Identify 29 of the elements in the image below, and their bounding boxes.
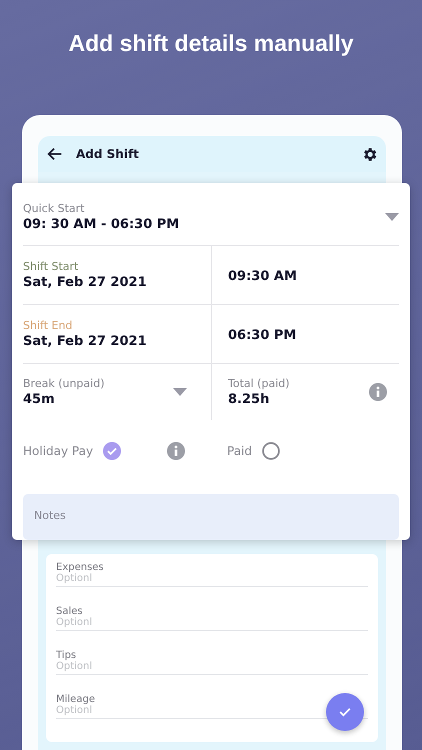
- end-time-field[interactable]: 06:30 PM: [211, 305, 399, 363]
- quick-start-dropdown[interactable]: Quick Start 09: 30 AM - 06:30 PM: [23, 193, 399, 246]
- dropdown-caret-icon: [173, 388, 187, 396]
- input-field[interactable]: Optionl: [56, 617, 368, 628]
- dropdown-caret-icon: [385, 213, 399, 221]
- end-date-field[interactable]: Shift End Sat, Feb 27 2021: [23, 305, 211, 363]
- paid-checkbox[interactable]: [262, 442, 280, 460]
- screen-title: Add Shift: [76, 147, 140, 161]
- total-label: Total (paid): [228, 377, 290, 390]
- field-label: Mileage: [56, 694, 96, 705]
- holiday-pay-checkbox[interactable]: [103, 442, 122, 460]
- start-time-field[interactable]: 09:30 AM: [211, 246, 399, 304]
- info-icon[interactable]: [369, 383, 387, 401]
- input-field[interactable]: Optionl: [56, 661, 368, 672]
- notes-field[interactable]: Notes: [23, 494, 399, 540]
- info-icon[interactable]: [167, 442, 186, 460]
- start-date-field[interactable]: Shift Start Sat, Feb 27 2021: [23, 246, 211, 304]
- field-label: Tips: [56, 650, 76, 661]
- field-label: Expenses: [56, 562, 105, 573]
- back-arrow-icon[interactable]: [46, 145, 64, 163]
- settings-icon[interactable]: [361, 146, 378, 162]
- total-value: 8.25h: [228, 392, 270, 407]
- field-label: Sales: [56, 606, 84, 617]
- headline: Add shift details manually: [68, 29, 354, 58]
- input-field[interactable]: Optionl: [56, 705, 368, 716]
- holiday-pay-label: Holiday Pay: [23, 444, 94, 458]
- paid-label: Paid: [227, 444, 252, 458]
- break-dropdown[interactable]: Break (unpaid) 45m: [23, 364, 211, 420]
- input-field[interactable]: Optionl: [56, 573, 368, 584]
